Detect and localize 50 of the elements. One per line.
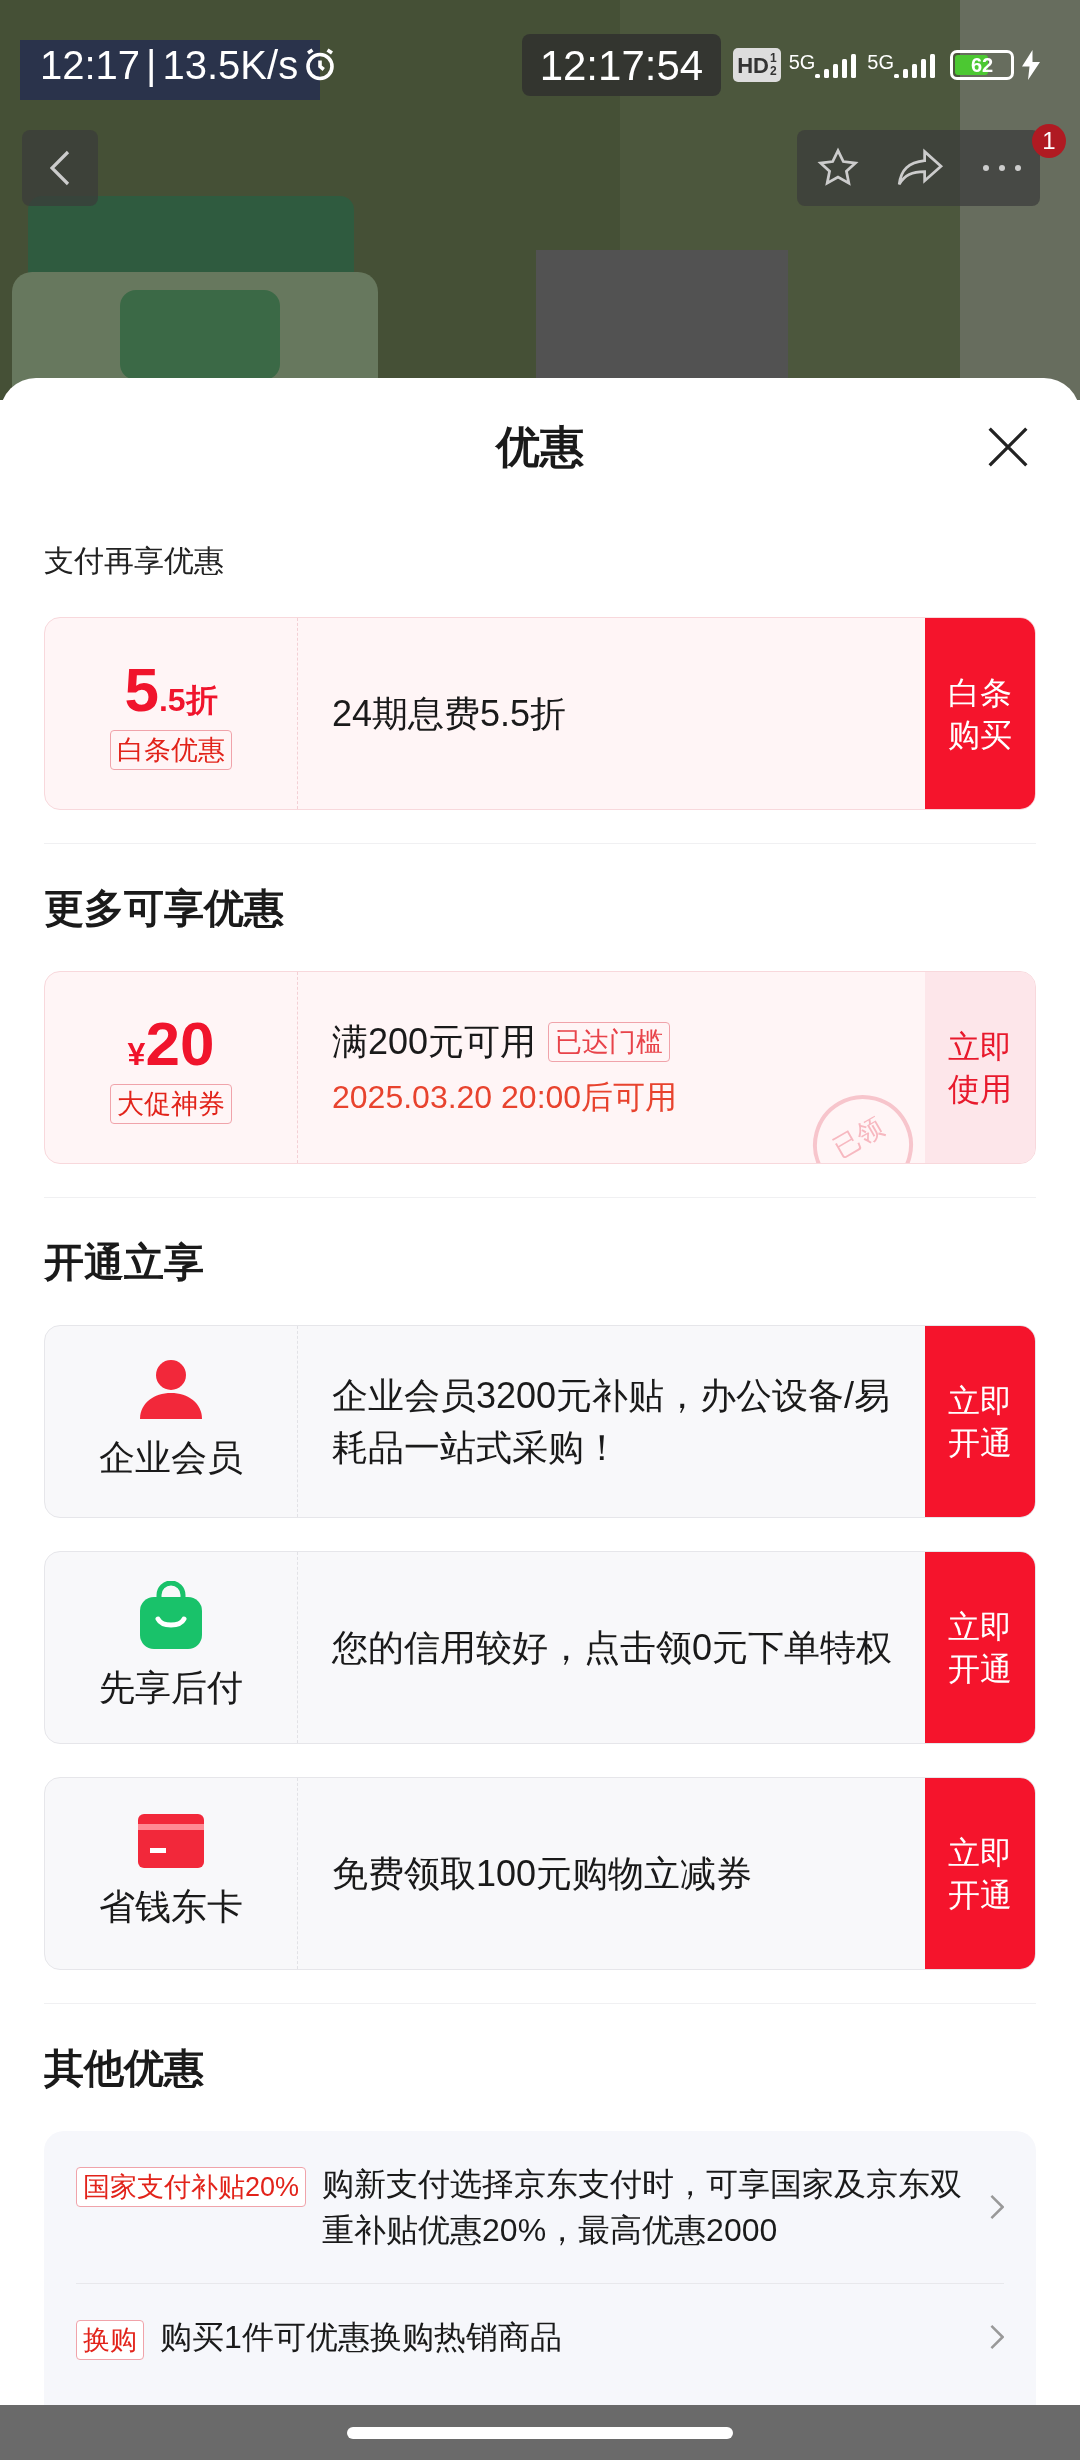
network-label: 5G: [788, 52, 816, 72]
network-speed: 13.5K/s: [162, 42, 299, 89]
offer-tag: 换购: [76, 2320, 144, 2360]
offer-description: 您的信用较好，点击领0元下单特权: [332, 1625, 894, 1670]
action-button[interactable]: 立即 开通: [925, 1778, 1035, 1969]
section-heading: 更多可享优惠: [44, 884, 284, 932]
network-label: 5G: [867, 52, 894, 72]
charging-icon: [1022, 50, 1040, 80]
status-divider: |: [146, 42, 157, 89]
offer-tag: 大促神券: [110, 1084, 232, 1124]
threshold-tag: 已达门槛: [548, 1021, 671, 1062]
offer-description: 购买1件可优惠换购热销商品: [160, 2318, 563, 2357]
service-label: 先享后付: [99, 1665, 243, 1710]
shopping-bag-icon: [138, 1580, 204, 1649]
action-button[interactable]: 立即 使用: [925, 972, 1035, 1163]
section-heading: 支付再享优惠: [44, 543, 224, 579]
person-icon: [138, 1358, 204, 1419]
signal-icon: [894, 52, 938, 78]
battery-level: 62: [969, 53, 995, 77]
coupon-condition: 满200元可用: [332, 1019, 537, 1064]
currency-symbol: ¥: [127, 1036, 146, 1074]
sheet-title: 优惠: [496, 421, 584, 473]
coupon-amount: 20: [145, 1011, 215, 1077]
section-heading: 开通立享: [44, 1238, 204, 1286]
action-button[interactable]: 立即 开通: [925, 1326, 1035, 1517]
offer-tag: 国家支付补贴20%: [76, 2167, 307, 2207]
coupon-validity: 2025.03.20 20:00后可用: [332, 1077, 679, 1117]
action-button[interactable]: 白条 购买: [925, 618, 1035, 809]
service-label: 省钱东卡: [99, 1884, 243, 1929]
offer-description: 企业会员3200元补贴，办公设备/易耗品一站式采购！: [332, 1373, 892, 1470]
offer-description: 免费领取100元购物立减券: [332, 1851, 754, 1896]
close-icon[interactable]: [986, 425, 1030, 469]
status-time: 12:17: [40, 42, 141, 89]
discount-value: 5: [124, 657, 159, 723]
offer-tag: 白条优惠: [110, 730, 232, 770]
card-icon: [138, 1813, 204, 1868]
back-button[interactable]: [22, 130, 98, 206]
section-heading: 其他优惠: [44, 2044, 204, 2092]
offer-description: 购新支付选择京东支付时，可享国家及京东双重补贴优惠20%，最高优惠2000: [322, 2165, 964, 2250]
back-icon: [50, 150, 70, 186]
share-icon[interactable]: [896, 148, 945, 188]
service-label: 企业会员: [99, 1435, 243, 1480]
discount-unit: .5折: [158, 681, 218, 720]
offer-description: 24期息费5.5折: [332, 691, 568, 736]
chevron-right-icon[interactable]: [990, 2194, 1004, 2220]
chevron-right-icon[interactable]: [990, 2324, 1004, 2350]
action-button[interactable]: 立即 开通: [925, 1552, 1035, 1743]
more-icon[interactable]: [981, 164, 1022, 172]
home-indicator[interactable]: [347, 2426, 733, 2439]
clock-chip: 12:17:54: [521, 34, 722, 96]
